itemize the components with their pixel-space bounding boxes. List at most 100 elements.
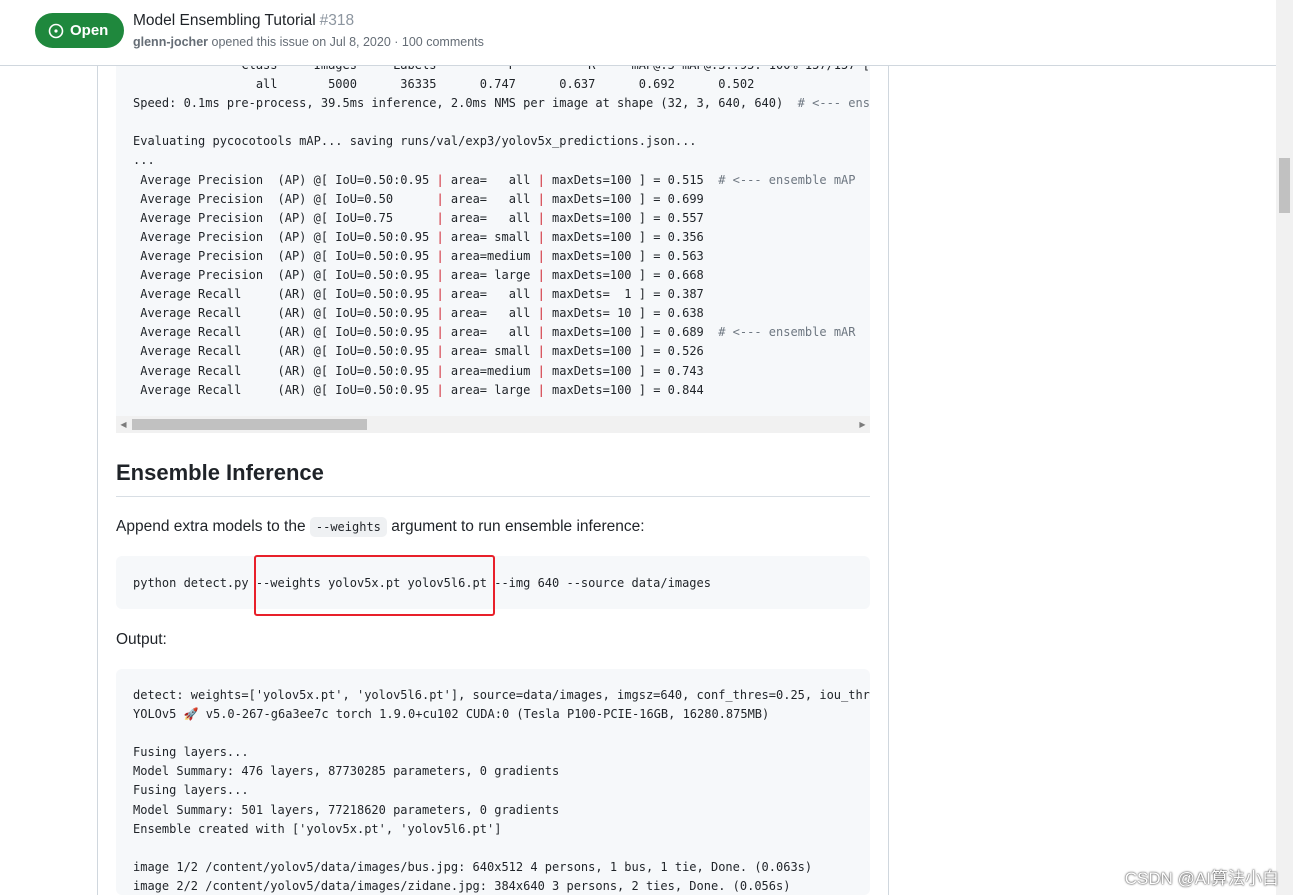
issue-state-label: Open <box>70 22 109 39</box>
detect-output-line: Fusing layers... <box>133 783 249 798</box>
weights-inline-code: --weights <box>309 517 387 537</box>
metric-area: area= all <box>443 191 538 206</box>
metric-area: area= all <box>443 287 538 302</box>
metric-area: area=medium <box>443 248 538 263</box>
metric-pipe: | <box>436 191 444 206</box>
metric-comment: # <--- ensemble mAR <box>703 325 856 340</box>
metric-pipe: | <box>436 210 444 225</box>
metric-label: Average Precision (AP) @[ IoU=0.50:0.95 <box>133 248 437 263</box>
metric-pipe: | <box>537 210 545 225</box>
metric-pipe: | <box>436 287 444 302</box>
metric-value: maxDets=100 ] = 0.563 <box>544 248 704 263</box>
detect-output-code-block: detect: weights=['yolov5x.pt', 'yolov5l6… <box>116 669 870 895</box>
metric-pipe: | <box>537 229 545 244</box>
metric-area: area= small <box>443 344 538 359</box>
metric-pipe: | <box>537 344 545 359</box>
detect-output-pre: detect: weights=['yolov5x.pt', 'yolov5l6… <box>116 669 870 895</box>
metric-line: Average Recall (AR) @[ IoU=0.50:0.95 | a… <box>133 306 704 320</box>
metric-line: Average Precision (AP) @[ IoU=0.75 | are… <box>133 211 704 225</box>
metric-pipe: | <box>537 248 545 263</box>
issue-author-link[interactable]: glenn-jocher <box>133 35 208 49</box>
metric-label: Average Recall (AR) @[ IoU=0.50:0.95 <box>133 325 437 340</box>
metric-line: Average Recall (AR) @[ IoU=0.50:0.95 | a… <box>133 364 704 378</box>
metric-pipe: | <box>537 306 545 321</box>
metric-value: maxDets=100 ] = 0.526 <box>544 344 704 359</box>
detect-output-line: image 2/2 /content/yolov5/data/images/zi… <box>133 878 791 893</box>
code-horizontal-scrollbar[interactable]: ◀ ▶ <box>116 416 870 433</box>
metric-line: Average Precision (AP) @[ IoU=0.50:0.95 … <box>133 268 704 282</box>
metric-value: maxDets=100 ] = 0.668 <box>544 268 704 283</box>
metric-value: maxDets=100 ] = 0.743 <box>544 363 704 378</box>
metric-pipe: | <box>436 344 444 359</box>
metric-area: area=medium <box>443 363 538 378</box>
page-scrollbar-thumb[interactable] <box>1279 158 1290 213</box>
metric-line: Average Recall (AR) @[ IoU=0.50:0.95 | a… <box>133 325 856 340</box>
issue-number: #318 <box>319 12 355 29</box>
detect-output-line: Model Summary: 476 layers, 87730285 para… <box>133 764 560 779</box>
issue-opened-icon <box>48 23 64 38</box>
metric-pipe: | <box>537 325 545 340</box>
detect-output-line: Fusing layers... <box>133 745 249 760</box>
metric-pipe: | <box>537 191 545 206</box>
scroll-right-arrow-icon[interactable]: ▶ <box>855 416 870 433</box>
detect-output-line: image 1/2 /content/yolov5/data/images/bu… <box>133 859 813 874</box>
detect-output-line: Ensemble created with ['yolov5x.pt', 'yo… <box>133 821 502 836</box>
metric-pipe: | <box>537 382 545 397</box>
issue-title-text: Model Ensembling Tutorial <box>133 12 316 29</box>
metric-pipe: | <box>436 306 444 321</box>
metric-label: Average Precision (AP) @[ IoU=0.50:0.95 <box>133 172 437 187</box>
metric-area: area= all <box>443 172 538 187</box>
metric-value: maxDets= 10 ] = 0.638 <box>544 306 704 321</box>
metric-line: Average Precision (AP) @[ IoU=0.50 | are… <box>133 192 704 206</box>
issue-sticky-header: Open Model Ensembling Tutorial #318 glenn… <box>0 0 1276 66</box>
code-scrollbar-thumb[interactable] <box>132 419 367 430</box>
metric-value: maxDets=100 ] = 0.557 <box>544 210 704 225</box>
metric-label: Average Recall (AR) @[ IoU=0.50:0.95 <box>133 382 437 397</box>
metric-label: Average Recall (AR) @[ IoU=0.50:0.95 <box>133 287 437 302</box>
metric-pipe: | <box>436 268 444 283</box>
metric-label: Average Precision (AP) @[ IoU=0.50 <box>133 191 437 206</box>
metric-value: maxDets= 1 ] = 0.387 <box>544 287 704 302</box>
metric-value: maxDets=100 ] = 0.689 <box>544 325 704 340</box>
metric-line: Average Recall (AR) @[ IoU=0.50:0.95 | a… <box>133 287 704 301</box>
append-paragraph: Append extra models to the --weights arg… <box>116 517 645 537</box>
metric-pipe: | <box>436 229 444 244</box>
metric-pipe: | <box>436 382 444 397</box>
append-text-before: Append extra models to the <box>116 518 310 535</box>
eval-speed-line: Speed: 0.1ms pre-process, 39.5ms inferen… <box>133 96 784 111</box>
metric-label: Average Precision (AP) @[ IoU=0.50:0.95 <box>133 268 437 283</box>
metric-pipe: | <box>537 172 545 187</box>
detect-output-line: Model Summary: 501 layers, 77218620 para… <box>133 802 560 817</box>
metric-area: area= all <box>443 210 538 225</box>
metric-label: Average Recall (AR) @[ IoU=0.50:0.95 <box>133 344 437 359</box>
issue-meta-text: opened this issue on Jul 8, 2020 · 100 c… <box>208 35 484 49</box>
issue-title: Model Ensembling Tutorial #318 <box>133 12 354 30</box>
metric-pipe: | <box>537 363 545 378</box>
metric-label: Average Precision (AP) @[ IoU=0.75 <box>133 210 437 225</box>
metric-value: maxDets=100 ] = 0.356 <box>544 229 704 244</box>
eval-evaluating-line: Evaluating pycocotools mAP... saving run… <box>133 134 697 149</box>
metric-label: Average Recall (AR) @[ IoU=0.50:0.95 <box>133 363 437 378</box>
metric-area: area= all <box>443 325 538 340</box>
metric-area: area= large <box>443 382 538 397</box>
eval-speed-comment: # <--- ens <box>783 96 870 111</box>
metric-pipe: | <box>436 248 444 263</box>
eval-output-code-block: Class Images Labels P R mAP@.5 mAP@.5:.9… <box>116 56 870 433</box>
metric-label: Average Precision (AP) @[ IoU=0.50:0.95 <box>133 229 437 244</box>
metric-line: Average Recall (AR) @[ IoU=0.50:0.95 | a… <box>133 344 704 358</box>
metric-pipe: | <box>537 268 545 283</box>
eval-output-pre: Class Images Labels P R mAP@.5 mAP@.5:.9… <box>116 56 870 400</box>
metric-value: maxDets=100 ] = 0.515 <box>544 172 704 187</box>
scroll-left-arrow-icon[interactable]: ◀ <box>116 416 131 433</box>
metric-line: Average Precision (AP) @[ IoU=0.50:0.95 … <box>133 249 704 263</box>
page-vertical-scrollbar[interactable] <box>1276 0 1293 895</box>
issue-meta: glenn-jocher opened this issue on Jul 8,… <box>133 35 484 49</box>
metric-value: maxDets=100 ] = 0.844 <box>544 382 704 397</box>
metric-pipe: | <box>436 172 444 187</box>
metric-area: area= large <box>443 268 538 283</box>
section-heading-ensemble-inference: Ensemble Inference <box>116 460 870 497</box>
metric-area: area= all <box>443 306 538 321</box>
weights-highlight-annotation <box>254 555 495 616</box>
metric-value: maxDets=100 ] = 0.699 <box>544 191 704 206</box>
metric-label: Average Recall (AR) @[ IoU=0.50:0.95 <box>133 306 437 321</box>
